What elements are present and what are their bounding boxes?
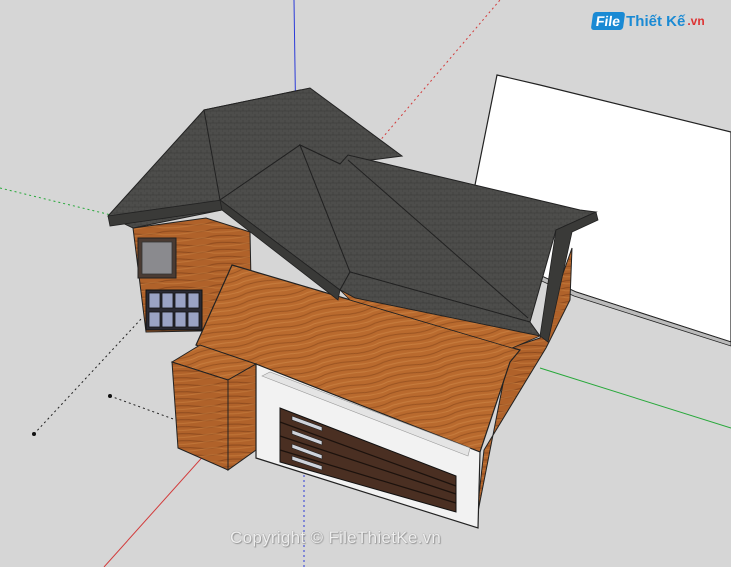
front-pillar-right[interactable] — [227, 363, 257, 471]
logo-file-badge: File — [590, 12, 626, 30]
red-axis-dotted — [371, 0, 501, 151]
copyright-watermark: Copyright © FileThietKe.vn — [230, 528, 442, 547]
logo-text: Thiết Kế — [626, 12, 686, 30]
guide-point[interactable] — [32, 432, 36, 436]
green-axis — [539, 367, 731, 429]
front-pillar-left[interactable] — [171, 361, 229, 471]
dimension-guide — [33, 317, 143, 435]
filethietke-logo: File Thiết Kế .vn — [590, 12, 705, 30]
guide-point[interactable] — [108, 394, 112, 398]
logo-tld: .vn — [687, 14, 705, 28]
3d-model-scene[interactable] — [0, 0, 731, 567]
dimension-guide — [109, 395, 177, 421]
sketchup-viewport[interactable]: File Thiết Kế .vn Copyright © FileThietK… — [0, 0, 731, 567]
upper-window-glass — [141, 241, 173, 275]
